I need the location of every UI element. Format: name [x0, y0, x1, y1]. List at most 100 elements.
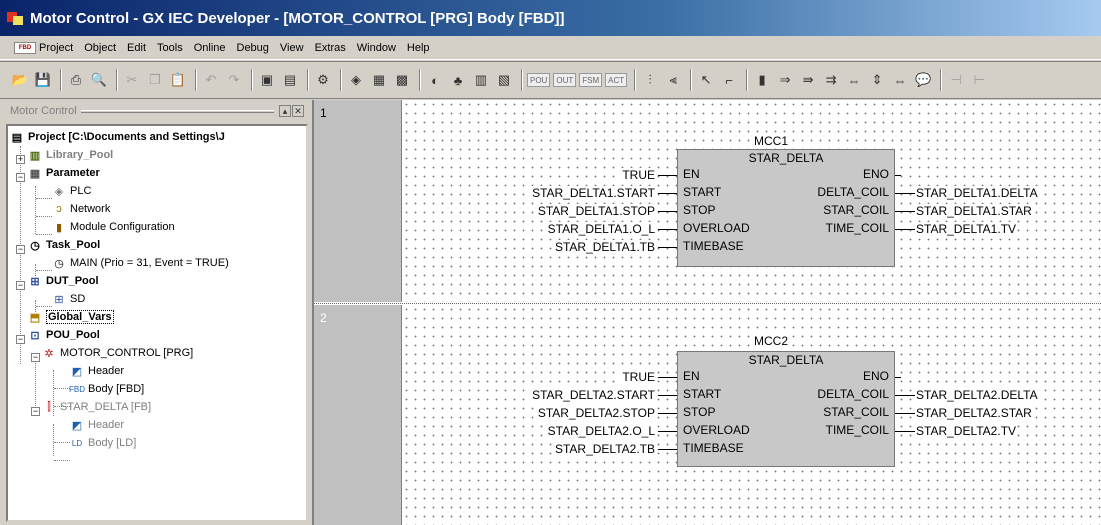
- function-block-icon[interactable]: ▮: [752, 70, 772, 90]
- compile-icon[interactable]: ◈: [346, 70, 366, 90]
- menu-extras[interactable]: Extras: [315, 42, 346, 54]
- new-fsm-button[interactable]: FSM: [579, 73, 603, 87]
- vertical-connect-icon[interactable]: ⇕: [867, 70, 887, 90]
- window-title: Motor Control - GX IEC Developer - [MOTO…: [30, 9, 565, 27]
- menu-tools[interactable]: Tools: [157, 42, 183, 54]
- collapse-box[interactable]: −: [31, 353, 40, 362]
- clock-icon: ◷: [54, 257, 64, 270]
- tree-pou-pool[interactable]: ⊡ POU_Pool: [28, 326, 99, 344]
- open-icon[interactable]: 📂: [10, 70, 30, 90]
- variable-output-icon[interactable]: ⇛: [798, 70, 818, 90]
- transfer-icon[interactable]: ♣: [448, 70, 468, 90]
- collapse-box[interactable]: −: [16, 281, 25, 290]
- redo-icon[interactable]: ↷: [224, 70, 244, 90]
- tree-project-root[interactable]: ▤ Project [C:\Documents and Settings\J: [10, 128, 225, 146]
- network-number-1[interactable]: 1: [314, 100, 402, 302]
- save-icon[interactable]: 💾: [33, 70, 53, 90]
- open-object-icon[interactable]: ▣: [257, 70, 277, 90]
- tree-star-delta[interactable]: ⫿ STAR_DELTA [FB]: [42, 398, 151, 416]
- close-object-icon[interactable]: ▤: [280, 70, 300, 90]
- variable-input-icon[interactable]: ⇒: [775, 70, 795, 90]
- cut-icon[interactable]: ✂: [122, 70, 142, 90]
- menu-edit[interactable]: Edit: [127, 42, 146, 54]
- tree-body-fbd[interactable]: FBD Body [FBD]: [69, 380, 144, 398]
- network-number-2[interactable]: 2: [314, 305, 402, 525]
- tree-motor-control[interactable]: ✲ MOTOR_CONTROL [PRG]: [42, 344, 193, 362]
- input-variable[interactable]: STAR_DELTA1.START: [531, 186, 656, 200]
- menu-object[interactable]: Object: [84, 42, 116, 54]
- menu-debug[interactable]: Debug: [237, 42, 269, 54]
- upload-icon[interactable]: ▧: [494, 70, 514, 90]
- input-variable[interactable]: STAR_DELTA2.STOP: [536, 406, 656, 420]
- undo-icon[interactable]: ↶: [201, 70, 221, 90]
- tree-sd[interactable]: ⊞ SD: [52, 290, 85, 308]
- menu-view[interactable]: View: [280, 42, 304, 54]
- menu-window[interactable]: Window: [357, 42, 396, 54]
- jump-icon[interactable]: ⇉: [821, 70, 841, 90]
- input-variable[interactable]: STAR_DELTA2.START: [531, 388, 656, 402]
- tree-network[interactable]: ↄ Network: [52, 200, 110, 218]
- new-pou-button[interactable]: POU: [527, 73, 551, 87]
- comment-icon[interactable]: 💬: [913, 70, 933, 90]
- input-variable[interactable]: STAR_DELTA1.STOP: [536, 204, 656, 218]
- input-variable[interactable]: STAR_DELTA1.TB: [553, 240, 656, 254]
- function-block[interactable]: STAR_DELTA EN START STOP OVERLOAD TIMEBA…: [677, 149, 895, 267]
- new-act-button[interactable]: ACT: [605, 73, 628, 87]
- output-variable[interactable]: STAR_DELTA1.TV: [915, 222, 1018, 236]
- instance-name[interactable]: MCC2: [753, 334, 790, 348]
- input-variable[interactable]: TRUE: [621, 168, 656, 182]
- output-variable[interactable]: STAR_DELTA2.DELTA: [915, 388, 1039, 402]
- input-variable[interactable]: STAR_DELTA1.O_L: [546, 222, 656, 236]
- menu-fbd-icon[interactable]: FBD: [14, 41, 36, 54]
- tree-global-vars[interactable]: ⬒ Global_Vars: [28, 308, 114, 326]
- edit-icon[interactable]: ⊣: [946, 70, 966, 90]
- horizontal-connect-icon[interactable]: ⇔: [890, 70, 910, 90]
- select-pointer-icon[interactable]: ↖: [696, 70, 716, 90]
- monitor-icon[interactable]: ◐: [425, 70, 445, 90]
- edit-end-icon[interactable]: ⊢: [969, 70, 989, 90]
- menu-help[interactable]: Help: [407, 42, 430, 54]
- copy-icon[interactable]: ❐: [145, 70, 165, 90]
- instance-name[interactable]: MCC1: [753, 134, 790, 148]
- tree-dut-pool[interactable]: ⊞ DUT_Pool: [28, 272, 98, 290]
- line-icon[interactable]: ⌐: [719, 70, 739, 90]
- tree-body-ld[interactable]: LD Body [LD]: [70, 434, 136, 452]
- tree-library-pool[interactable]: ▥ Library_Pool: [28, 146, 113, 164]
- menu-online[interactable]: Online: [194, 42, 226, 54]
- tree-header-2[interactable]: ◩ Header: [70, 416, 124, 434]
- output-variable[interactable]: STAR_DELTA1.STAR: [915, 204, 1033, 218]
- download-icon[interactable]: ▥: [471, 70, 491, 90]
- print-icon[interactable]: ⎙: [66, 70, 86, 90]
- output-variable[interactable]: STAR_DELTA2.TV: [915, 424, 1018, 438]
- input-variable[interactable]: TRUE: [621, 370, 656, 384]
- paste-icon[interactable]: 📋: [168, 70, 188, 90]
- collapse-box[interactable]: −: [16, 173, 25, 182]
- output-variable[interactable]: STAR_DELTA2.STAR: [915, 406, 1033, 420]
- close-icon[interactable]: ✕: [292, 105, 304, 117]
- function-block[interactable]: STAR_DELTA EN START STOP OVERLOAD TIMEBA…: [677, 351, 895, 467]
- tree-plc[interactable]: ◈ PLC: [52, 182, 92, 200]
- tree-parameter[interactable]: ▦ Parameter: [28, 164, 100, 182]
- new-out-button[interactable]: OUT: [553, 73, 577, 87]
- tree-task-pool[interactable]: ◷ Task_Pool: [28, 236, 100, 254]
- output-variable[interactable]: STAR_DELTA1.DELTA: [915, 186, 1039, 200]
- collapse-box[interactable]: −: [16, 335, 25, 344]
- input-variable[interactable]: STAR_DELTA2.TB: [553, 442, 656, 456]
- input-variable[interactable]: STAR_DELTA2.O_L: [546, 424, 656, 438]
- expand-box[interactable]: +: [16, 155, 25, 164]
- insert-network-after-icon[interactable]: ⫷: [663, 70, 683, 90]
- insert-network-before-icon[interactable]: ⫶: [640, 70, 660, 90]
- print-preview-icon[interactable]: 🔍: [89, 70, 109, 90]
- menu-project[interactable]: Project: [39, 42, 73, 54]
- fbd-editor[interactable]: 1 2 MCC1 STAR_DELTA EN START STOP OVERLO…: [312, 100, 1101, 525]
- return-icon[interactable]: ⇔: [844, 70, 864, 90]
- restore-icon[interactable]: ▴: [279, 105, 291, 117]
- tree-header-1[interactable]: ◩ Header: [70, 362, 124, 380]
- check-icon[interactable]: ⚙: [313, 70, 333, 90]
- collapse-box[interactable]: −: [31, 407, 40, 416]
- tree-main-task[interactable]: ◷ MAIN (Prio = 31, Event = TRUE): [52, 254, 229, 272]
- build-icon[interactable]: ▦: [369, 70, 389, 90]
- collapse-box[interactable]: −: [16, 245, 25, 254]
- tree-module-configuration[interactable]: ▮ Module Configuration: [52, 218, 175, 236]
- rebuild-icon[interactable]: ▩: [392, 70, 412, 90]
